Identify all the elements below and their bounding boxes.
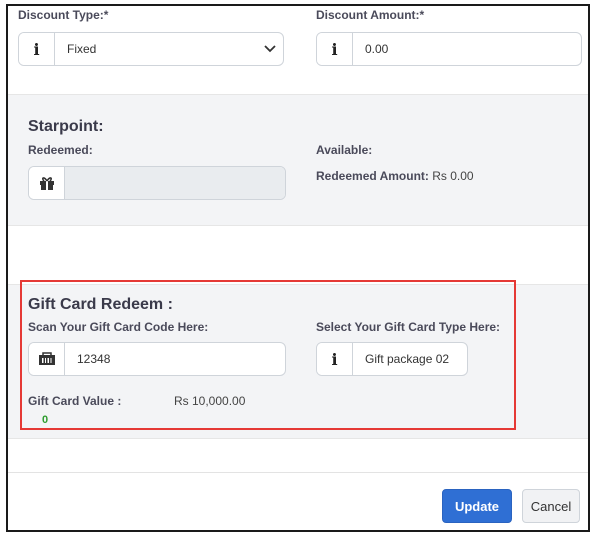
discount-type-value: Fixed	[67, 42, 97, 56]
info-icon: i	[317, 343, 353, 375]
cancel-button[interactable]: Cancel	[522, 489, 580, 523]
gift-card-code-value: 12348	[77, 352, 111, 366]
gift-icon	[29, 167, 65, 199]
form-panel: Discount Type:* i Fixed Discount Amount:…	[6, 4, 590, 532]
starpoint-redeemed-input[interactable]	[28, 166, 286, 200]
redeemed-amount-value: Rs 0.00	[432, 169, 474, 183]
gift-card-status: 0	[42, 414, 49, 426]
gift-card-title: Gift Card Redeem :	[28, 296, 173, 313]
discount-amount-label: Discount Amount:*	[316, 8, 425, 22]
gift-card-code-input[interactable]: 12348	[28, 342, 286, 376]
gift-card-scan-label: Scan Your Gift Card Code Here:	[28, 320, 209, 334]
footer-divider	[8, 472, 588, 473]
update-button[interactable]: Update	[442, 489, 512, 523]
barcode-icon	[29, 343, 65, 375]
redeemed-amount: Redeemed Amount: Rs 0.00	[316, 169, 474, 183]
info-icon: i	[317, 33, 353, 65]
redeemed-amount-label: Redeemed Amount:	[316, 169, 429, 183]
starpoint-redeemed-label: Redeemed:	[28, 143, 93, 157]
discount-type-select[interactable]: i Fixed	[18, 32, 284, 66]
starpoint-section	[8, 94, 588, 226]
gift-card-type-select[interactable]: i Gift package 02	[316, 342, 468, 376]
chevron-down-icon	[257, 45, 283, 53]
gift-card-type-label: Select Your Gift Card Type Here:	[316, 320, 501, 334]
gift-card-value-label: Gift Card Value :	[28, 394, 122, 408]
starpoint-available-label: Available:	[316, 143, 373, 157]
starpoint-title: Starpoint:	[28, 118, 104, 135]
info-icon: i	[19, 33, 55, 65]
gift-card-value-amount: Rs 10,000.00	[174, 394, 246, 408]
discount-type-label: Discount Type:*	[18, 8, 109, 22]
starpoint-redeemed-value	[65, 167, 285, 199]
discount-amount-input[interactable]: i 0.00	[316, 32, 582, 66]
discount-amount-value: 0.00	[365, 42, 389, 56]
gift-card-type-value: Gift package 02	[365, 352, 450, 366]
